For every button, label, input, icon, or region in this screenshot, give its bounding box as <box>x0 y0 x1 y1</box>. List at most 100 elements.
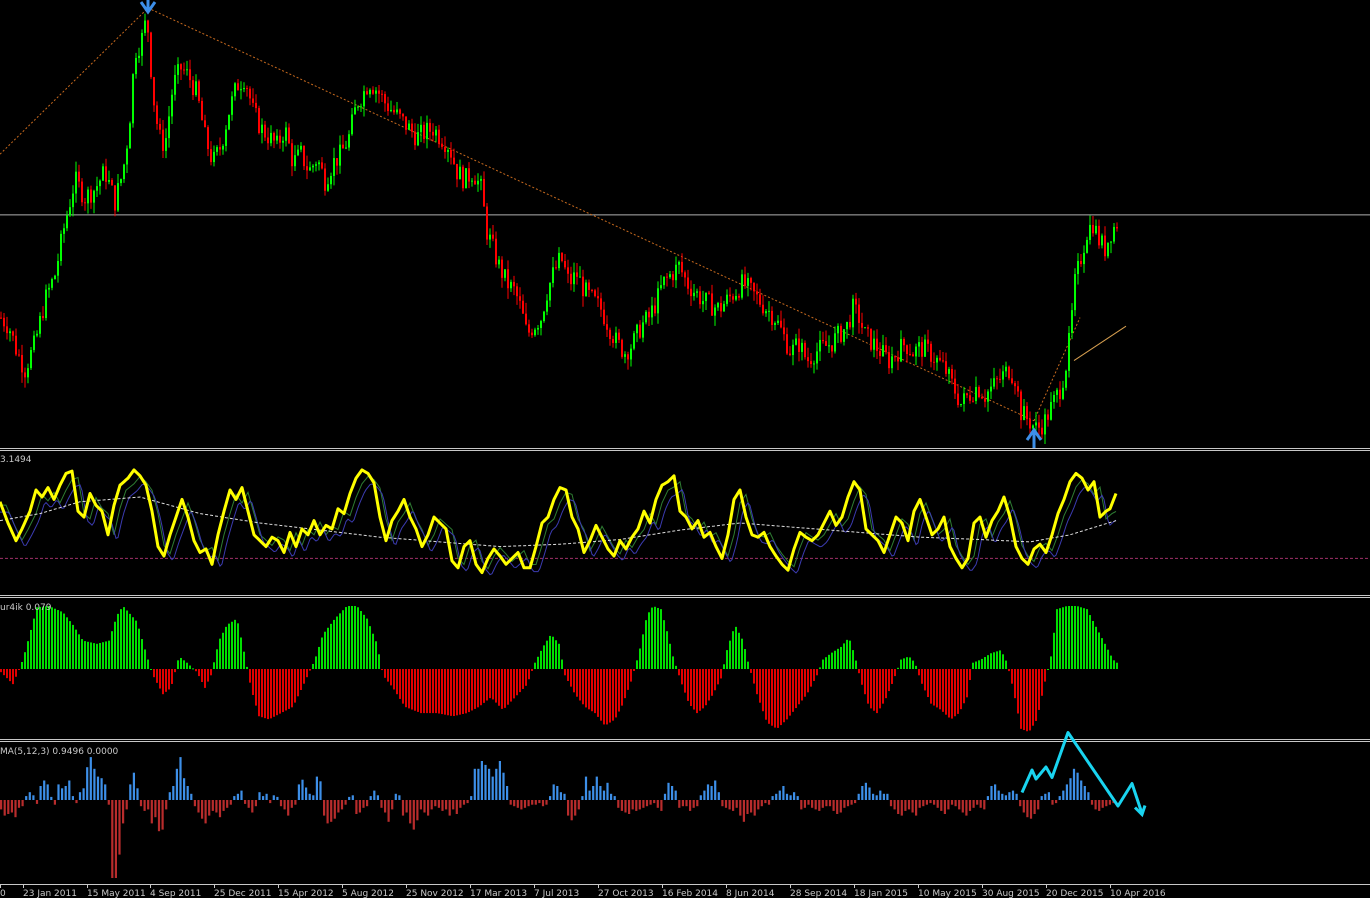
candle-body <box>816 351 818 364</box>
x-axis-tick-label: 18 Jan 2015 <box>854 889 908 898</box>
histogram-1-bar <box>450 669 452 716</box>
candle-body <box>462 166 464 189</box>
candle-body <box>1020 391 1022 421</box>
candle-body <box>66 215 68 229</box>
histogram-1-bar <box>522 669 524 689</box>
candle-body <box>129 123 131 149</box>
candle-body <box>417 132 419 146</box>
histogram-1-bar <box>933 669 935 706</box>
histogram-1-bar <box>873 669 875 711</box>
candle-body <box>1047 414 1049 420</box>
histogram-2-bar <box>201 800 204 819</box>
candle-body <box>279 135 281 143</box>
candle-body <box>27 368 29 378</box>
histogram-2-bar <box>452 800 455 810</box>
histogram-2-bar <box>811 800 814 808</box>
candle-body <box>1101 235 1103 246</box>
histogram-1-bar <box>174 669 176 673</box>
histogram-2-bar <box>75 800 78 804</box>
histogram-2-bar <box>351 795 354 800</box>
candle-body <box>1068 332 1070 371</box>
candle-body <box>1077 260 1079 275</box>
histogram-1-bar <box>972 662 974 669</box>
histogram-2-bar <box>954 800 957 807</box>
candle-body <box>183 69 185 71</box>
candle-body <box>150 32 152 78</box>
histogram-1-bar <box>660 609 662 669</box>
candle-body <box>1062 387 1064 399</box>
candle-body <box>276 135 278 141</box>
histogram-1-bar <box>732 631 734 669</box>
histogram-1-bar <box>666 631 668 669</box>
histogram-1-bar <box>159 669 161 689</box>
histogram-2-bar <box>574 800 577 816</box>
histogram-1-bar <box>966 669 968 698</box>
candle-body <box>762 304 764 314</box>
histogram-2-bar <box>728 800 731 810</box>
histogram-1-bar <box>207 669 209 682</box>
histogram-1-bar <box>1089 615 1091 669</box>
histogram-1-bar <box>303 669 305 684</box>
histogram-1-bar <box>12 669 14 685</box>
candle-body <box>312 165 314 168</box>
candle-body <box>0 317 2 319</box>
histogram-2-bar <box>1108 800 1111 805</box>
x-axis-tick-label: 10 Apr 2016 <box>1110 889 1166 898</box>
candle-body <box>669 274 671 278</box>
histogram-1-bar <box>738 632 740 669</box>
candle-body <box>456 163 458 180</box>
candle-body <box>924 339 926 357</box>
histogram-2-bar <box>143 800 146 811</box>
candle-body <box>1023 406 1025 421</box>
candle-body <box>213 151 215 163</box>
histogram-2-bar <box>366 800 369 807</box>
histogram-1-bar <box>327 627 329 669</box>
candle-body <box>960 403 962 406</box>
candle-body <box>420 124 422 133</box>
histogram-1-bar <box>945 669 947 715</box>
histogram-2-bar <box>929 800 932 804</box>
histogram-2-bar <box>1087 792 1090 800</box>
histogram-2-bar <box>617 800 620 808</box>
candle-body <box>765 311 767 314</box>
histogram-2-bar <box>1065 784 1068 800</box>
histogram-1-bar <box>852 650 854 669</box>
candle-body <box>678 261 680 265</box>
candle-body <box>1065 370 1067 388</box>
candle-body <box>531 332 533 336</box>
histogram-1-bar <box>1047 669 1049 670</box>
histogram-1-bar <box>246 666 248 669</box>
histogram-2-bar <box>879 790 882 800</box>
histogram-2-bar <box>757 800 760 810</box>
candle-body <box>102 166 104 181</box>
histogram-1-bar <box>837 648 839 669</box>
candle-body <box>1116 226 1118 229</box>
histogram-2-bar <box>1069 778 1072 800</box>
histogram-1-bar <box>1008 669 1010 672</box>
histogram-1-bar <box>234 619 236 669</box>
histogram-2-bar <box>764 800 767 804</box>
candle-body <box>63 228 65 234</box>
histogram-1-bar <box>201 669 203 682</box>
histogram-2-bar <box>233 796 236 800</box>
candle-body <box>771 310 773 325</box>
histogram-1-bar <box>804 669 806 697</box>
histogram-2-bar <box>50 796 53 800</box>
candle-body <box>165 138 167 151</box>
histogram-1-bar <box>339 613 341 669</box>
histogram-1-bar <box>948 669 950 718</box>
histogram-1-bar <box>1014 669 1016 699</box>
histogram-2-bar <box>272 795 275 800</box>
histogram-1-bar <box>171 669 173 684</box>
candle-body <box>111 179 113 186</box>
histogram-2-bar <box>602 790 606 800</box>
histogram-2-bar <box>305 787 308 800</box>
x-axis-tick-label: 30 Aug 2015 <box>982 889 1040 898</box>
histogram-2-bar <box>179 757 182 800</box>
histogram-1-bar <box>387 669 389 682</box>
histogram-2-bar <box>950 800 954 805</box>
candle-body <box>354 107 356 115</box>
histogram-2-bar <box>882 793 885 800</box>
histogram-2-bar <box>509 800 512 805</box>
histogram-2-bar <box>1040 796 1043 800</box>
